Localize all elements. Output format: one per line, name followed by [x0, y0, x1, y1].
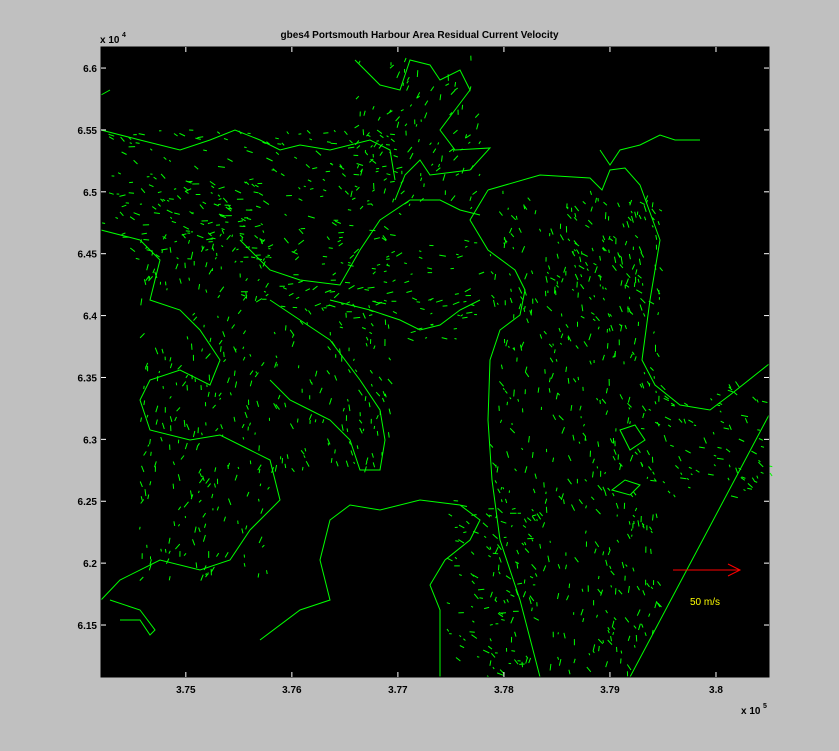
y-tick-label: 6.45 — [78, 250, 98, 261]
x-tick-label: 3.77 — [388, 685, 408, 696]
y-tick-label: 6.55 — [78, 126, 98, 137]
scale-arrow-label: 50 m/s — [690, 597, 720, 608]
vector-field-chart: 3.75 3.76 3.77 3.78 3.79 3.8 6.15 6.2 6.25 6.3 6.… — [78, 32, 773, 717]
x-multiplier-label: x 10 — [741, 706, 761, 717]
y-multiplier-label: x 10 — [100, 35, 120, 46]
x-tick-label: 3.78 — [494, 685, 514, 696]
y-tick-label: 6.6 — [83, 64, 97, 75]
x-tick-label: 3.79 — [600, 685, 620, 696]
y-tick-label: 6.4 — [83, 312, 97, 323]
x-tick-label: 3.75 — [176, 685, 196, 696]
plot-area — [100, 46, 770, 678]
x-tick-label: 3.8 — [709, 685, 723, 696]
y-tick-label: 6.2 — [83, 559, 97, 570]
x-tick-label: 3.76 — [282, 685, 302, 696]
y-tick-label: 6.5 — [83, 188, 97, 199]
y-tick-label: 6.35 — [78, 373, 98, 384]
y-tick-label: 6.25 — [78, 497, 98, 508]
y-tick-label: 6.15 — [78, 621, 98, 632]
x-multiplier-exp: 5 — [763, 703, 767, 710]
y-tick-label: 6.3 — [83, 435, 97, 446]
y-multiplier-exp: 4 — [122, 32, 126, 39]
